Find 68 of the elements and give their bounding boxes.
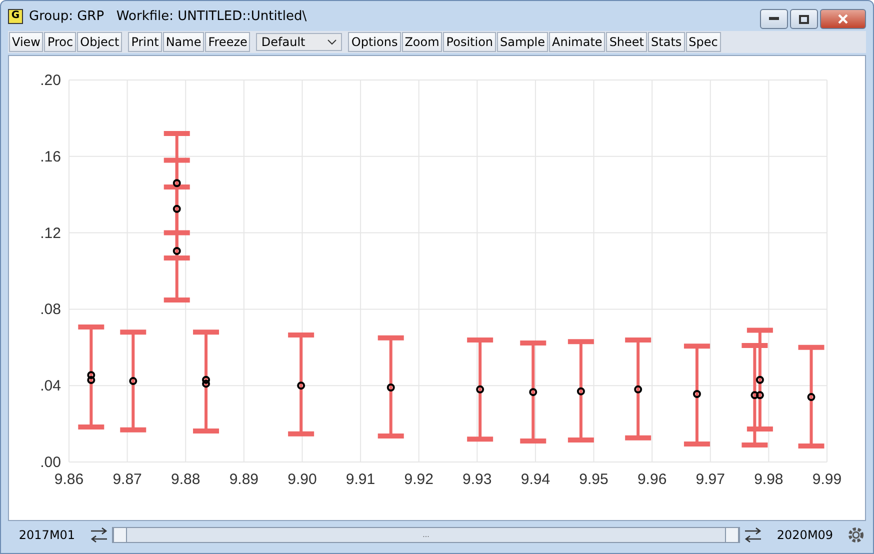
data-point [576,387,585,396]
toolbar-button[interactable]: Print [128,32,162,52]
data-point [172,246,181,255]
x-tick-label: 9.99 [812,471,842,488]
data-point [750,391,759,400]
settings-icon[interactable] [846,525,866,545]
minimize-icon [769,17,779,21]
toolbar-button[interactable]: Position [443,32,496,52]
swap-arrows-icon[interactable] [88,525,110,545]
minimize-button[interactable] [760,9,788,29]
data-point [87,376,96,384]
toolbar-button[interactable]: Stats [648,32,685,52]
data-point [386,384,395,392]
toolbar-button[interactable]: Animate [549,32,606,52]
data-point [692,390,701,398]
app-icon: G [8,8,23,24]
x-tick-label: 9.91 [346,471,376,488]
x-tick-label: 9.93 [462,471,492,488]
toolbar-button[interactable]: Freeze [205,32,250,52]
x-tick-label: 9.88 [171,471,200,488]
toolbar-button[interactable]: Object [77,32,122,52]
maximize-button[interactable] [790,9,818,29]
y-tick-label: .08 [40,301,61,318]
x-tick-label: 9.97 [696,471,725,488]
swap-arrows-icon[interactable] [742,525,764,545]
data-point [807,393,816,402]
x-tick-label: 9.96 [637,471,667,488]
data-point [202,376,210,384]
y-tick-label: .12 [40,224,61,242]
toolbar-button[interactable]: Proc [44,32,76,52]
toolbar-button[interactable]: Zoom [402,32,442,52]
toolbar-button[interactable]: View [9,32,44,52]
y-tick-label: .04 [40,378,61,395]
maximize-icon [799,14,809,24]
toolbar-button[interactable]: Spec [686,32,721,52]
start-date: 2017M01 [18,528,76,542]
toolbar-button[interactable]: Sheet [606,32,648,52]
close-icon [837,14,849,24]
x-tick-label: 9.98 [754,471,784,488]
x-tick-label: 9.90 [288,471,317,488]
data-point [476,385,484,394]
window-title: Group: GRP Workfile: UNTITLED::Untitled\ [29,8,307,24]
data-point [297,382,306,390]
data-point [172,204,181,213]
data-point [202,380,210,388]
data-point [129,377,138,386]
close-button[interactable] [820,9,866,29]
data-point [172,179,181,188]
graph-template-dropdown[interactable]: Default [256,33,342,51]
y-tick-label: .00 [40,454,61,471]
x-tick-label: 9.95 [579,471,608,488]
data-point [756,391,764,400]
x-tick-label: 9.94 [520,471,550,488]
x-tick-label: 9.86 [54,471,84,488]
y-tick-label: .20 [40,72,61,89]
data-point [756,376,764,384]
toolbar-button[interactable]: Name [162,32,204,52]
end-date: 2020M09 [776,528,834,542]
y-tick-label: .16 [40,148,61,166]
x-tick-label: 9.89 [229,471,259,488]
x-tick-label: 9.87 [112,471,142,488]
x-tick-label: 9.92 [404,471,434,488]
toolbar-button[interactable]: Sample [497,32,548,52]
data-point [87,371,96,380]
chevron-down-icon [327,39,338,45]
data-point [634,385,642,394]
data-point [529,388,538,396]
toolbar-button[interactable]: Options [348,32,401,52]
